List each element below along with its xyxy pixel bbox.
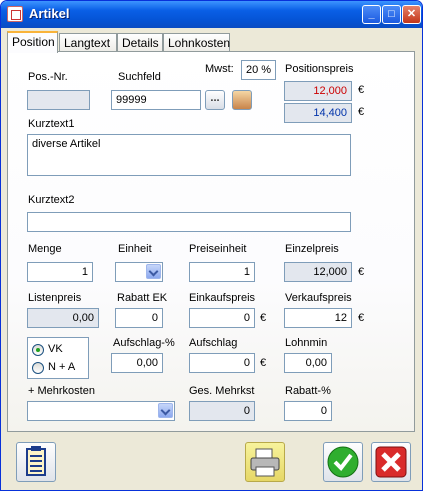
menge-label: Menge	[28, 243, 62, 255]
currency-symbol: €	[260, 357, 267, 369]
posnr-label: Pos.-Nr.	[28, 71, 68, 83]
position-panel: Pos.-Nr. Suchfeld Mwst: 20 % Positionspr…	[7, 51, 415, 432]
mehrkosten-label: + Mehrkosten	[28, 385, 95, 397]
close-button[interactable]: ✕	[402, 5, 421, 24]
kurztext2-input[interactable]	[27, 212, 351, 232]
radio-na-label: N + A	[48, 361, 76, 373]
einzelpreis-field: 12,000	[284, 262, 352, 282]
verkaufspreis-label: Verkaufspreis	[285, 292, 352, 304]
aufschlag-pct-label: Aufschlag-%	[113, 337, 175, 349]
einzelpreis-label: Einzelpreis	[285, 243, 339, 255]
tab-position[interactable]: Position	[7, 31, 58, 53]
tab-lohnkosten[interactable]: Lohnkosten	[163, 33, 230, 52]
radio-vk[interactable]	[32, 344, 44, 356]
tab-langtext[interactable]: Langtext	[59, 33, 117, 52]
rabatt-pct-label: Rabatt-%	[285, 385, 331, 397]
ok-button[interactable]	[323, 442, 363, 482]
aufschlag-input[interactable]: 0	[189, 353, 255, 373]
kurztext2-label: Kurztext2	[28, 194, 75, 206]
einheit-label: Einheit	[118, 243, 152, 255]
einkaufspreis-input[interactable]: 0	[189, 308, 255, 328]
positionspreis-gross: 14,400	[284, 103, 352, 123]
radio-vk-label: VK	[48, 343, 63, 355]
suchfeld-input[interactable]: 99999	[111, 90, 201, 110]
suchfeld-label: Suchfeld	[118, 71, 161, 83]
ges-mehrkst-label: Ges. Mehrkst	[189, 385, 255, 397]
menge-input[interactable]: 1	[27, 262, 93, 282]
bottom-toolbar	[1, 437, 422, 490]
window-title: Artikel	[29, 6, 70, 21]
clipboard-list-icon	[26, 446, 46, 476]
preiseinheit-input[interactable]: 1	[189, 262, 255, 282]
positionspreis-net: 12,000	[284, 81, 352, 101]
ges-mehrkst-field: 0	[189, 401, 255, 421]
kurztext1-input[interactable]: diverse Artikel	[27, 134, 351, 176]
mwst-label: Mwst:	[205, 63, 234, 75]
rabatt-ek-label: Rabatt EK	[117, 292, 168, 304]
rabatt-pct-input[interactable]: 0	[284, 401, 332, 421]
article-window: Artikel _ □ ✕ Position Langtext Details …	[0, 0, 423, 491]
einkaufspreis-label: Einkaufspreis	[189, 292, 256, 304]
ok-checkmark-icon	[327, 446, 359, 478]
aufschlag-pct-input[interactable]: 0,00	[111, 353, 163, 373]
package-icon[interactable]	[232, 90, 252, 110]
cancel-button[interactable]	[371, 442, 411, 482]
currency-symbol: €	[260, 312, 267, 324]
clipboard-list-button[interactable]	[16, 442, 56, 482]
positionspreis-label: Positionspreis	[285, 63, 354, 75]
aufschlag-label: Aufschlag	[189, 337, 238, 349]
mwst-field[interactable]: 20 %	[241, 60, 276, 80]
chevron-down-icon[interactable]	[146, 264, 161, 279]
lohnmin-input[interactable]: 0,00	[284, 353, 332, 373]
posnr-field[interactable]	[27, 90, 90, 110]
lohnmin-label: Lohnmin	[285, 337, 328, 349]
currency-symbol: €	[358, 266, 365, 278]
print-button[interactable]	[245, 442, 285, 482]
radio-na[interactable]	[32, 362, 44, 374]
app-icon	[7, 6, 23, 22]
maximize-button[interactable]: □	[382, 5, 401, 24]
cancel-x-icon	[375, 446, 407, 478]
preiseinheit-label: Preiseinheit	[189, 243, 247, 255]
kurztext1-label: Kurztext1	[28, 118, 75, 130]
rabatt-ek-input[interactable]: 0	[115, 308, 163, 328]
chevron-down-icon[interactable]	[158, 403, 173, 418]
browse-button[interactable]: ...	[205, 90, 225, 110]
mehrkosten-dropdown[interactable]	[27, 401, 175, 421]
price-mode-radio-group: VK N + A	[27, 337, 89, 379]
verkaufspreis-input[interactable]: 12	[284, 308, 352, 328]
listenpreis-label: Listenpreis	[28, 292, 82, 304]
minimize-button[interactable]: _	[362, 5, 381, 24]
tab-details[interactable]: Details	[117, 33, 163, 52]
listenpreis-field: 0,00	[27, 308, 99, 328]
currency-symbol: €	[358, 106, 365, 118]
title-bar[interactable]: Artikel _ □ ✕	[1, 1, 422, 28]
currency-symbol: €	[358, 84, 365, 96]
printer-icon	[250, 448, 280, 477]
currency-symbol: €	[358, 312, 365, 324]
